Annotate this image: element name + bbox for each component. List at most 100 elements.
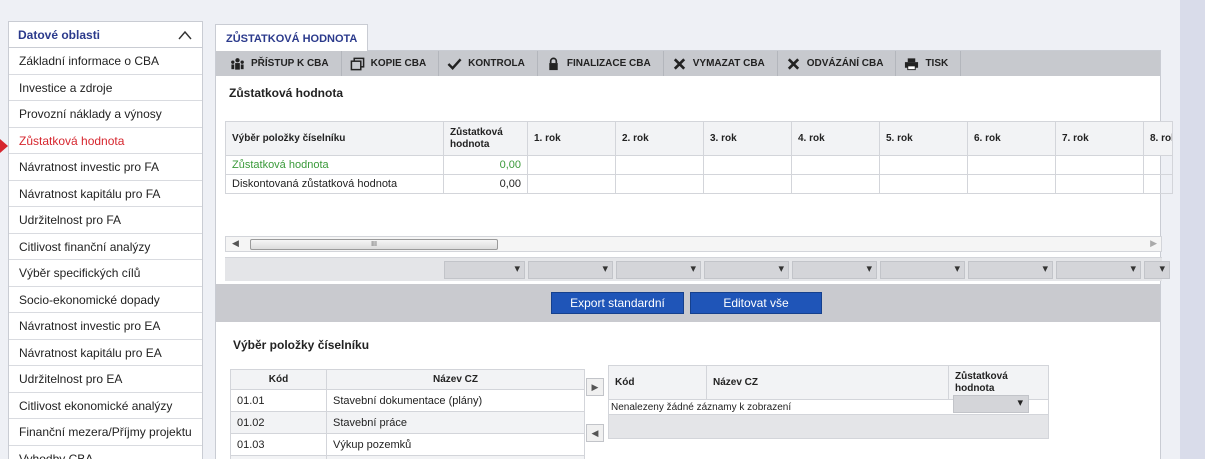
move-left-icon[interactable]: ◀ — [586, 424, 604, 442]
col-nazev-right[interactable]: Název CZ — [706, 365, 949, 400]
sidebar-item[interactable]: Investice a zdroje — [9, 75, 202, 101]
filter-select[interactable] — [792, 261, 877, 279]
item-name[interactable]: Dokončovací práce a vybavení — [326, 455, 585, 459]
sidebar-item[interactable]: Základní informace o CBA — [9, 48, 202, 75]
toolbar-button-label: FINALIZACE CBA — [566, 58, 651, 69]
sidebar-item[interactable]: Socio-ekonomické dopady — [9, 287, 202, 313]
item-code[interactable]: 01.04 — [230, 455, 327, 459]
scroll-thumb[interactable]: III — [250, 239, 498, 250]
picker-left-header: Kód Název CZ — [230, 369, 585, 390]
list-item[interactable]: 01.01 Stavební dokumentace (plány) — [230, 389, 585, 412]
grid-header-cell[interactable]: 8. rok — [1143, 121, 1173, 156]
toolbar-button[interactable]: FINALIZACE CBA — [538, 51, 664, 76]
year-cell[interactable] — [527, 155, 616, 175]
year-cell[interactable] — [1143, 155, 1173, 175]
sidebar-item[interactable]: Návratnost investic pro EA — [9, 313, 202, 340]
toolbar-button[interactable]: VYMAZAT CBA — [664, 51, 778, 76]
year-cell[interactable] — [703, 155, 792, 175]
tab-zustatkova-hodnota[interactable]: ZŮSTATKOVÁ HODNOTA — [215, 24, 369, 52]
toolbar-button[interactable]: TISK — [896, 51, 962, 76]
item-code[interactable]: 01.01 — [230, 389, 327, 412]
item-name[interactable]: Stavební práce — [326, 411, 585, 434]
year-cell[interactable] — [967, 174, 1056, 194]
sidebar-item[interactable]: Návratnost kapitálu pro FA — [9, 181, 202, 207]
year-cell[interactable] — [791, 155, 880, 175]
toolbar-button[interactable]: KONTROLA — [439, 51, 538, 76]
year-cell[interactable] — [527, 174, 616, 194]
filter-select[interactable] — [444, 261, 525, 279]
year-cell[interactable] — [615, 155, 704, 175]
grid-header-cell[interactable]: 6. rok — [967, 121, 1056, 156]
filter-select[interactable] — [880, 261, 965, 279]
grid-header-cell[interactable]: 2. rok — [615, 121, 704, 156]
toolbar-button[interactable]: ODVÁZÁNÍ CBA — [778, 51, 897, 76]
filter-select[interactable] — [1144, 261, 1170, 279]
year-cell[interactable] — [879, 174, 968, 194]
grid-header-cell[interactable]: 7. rok — [1055, 121, 1144, 156]
sidebar-item[interactable]: Provozní náklady a výnosy — [9, 101, 202, 128]
unlink-icon — [786, 57, 801, 71]
item-name[interactable]: Výkup pozemků — [326, 433, 585, 456]
sidebar-item[interactable]: Finanční mezera/Příjmy projektu — [9, 419, 202, 446]
year-cell[interactable] — [703, 174, 792, 194]
move-right-icon[interactable]: ▶ — [586, 378, 604, 396]
col-nazev[interactable]: Název CZ — [326, 369, 585, 390]
list-item[interactable]: 01.04Dokončovací práce a vybavení — [230, 455, 585, 459]
tab-bar: ZŮSTATKOVÁ HODNOTA — [215, 21, 1161, 52]
year-cell[interactable] — [791, 174, 880, 194]
year-cell[interactable] — [1055, 155, 1144, 175]
sidebar-item[interactable]: Citlivost finanční analýzy — [9, 234, 202, 260]
filter-select[interactable] — [968, 261, 1053, 279]
year-cell[interactable] — [967, 155, 1056, 175]
grid-header-cell[interactable]: 1. rok — [527, 121, 616, 156]
scroll-left-icon[interactable]: ◀ — [232, 238, 239, 249]
filter-select[interactable] — [1056, 261, 1141, 279]
grid-header-cell[interactable]: 5. rok — [879, 121, 968, 156]
sidebar-header[interactable]: Datové oblasti — [9, 22, 202, 48]
sidebar-item[interactable]: Návratnost kapitálu pro EA — [9, 340, 202, 366]
row-name[interactable]: Diskontovaná zůstatková hodnota — [225, 174, 444, 194]
grid-header-cell[interactable]: Výběr položky číselníku — [225, 121, 444, 156]
right-grid-footer — [608, 414, 1049, 439]
edit-all-button[interactable]: Editovat vše — [690, 292, 822, 314]
grid-header-cell[interactable]: 4. rok — [791, 121, 880, 156]
sidebar-item[interactable]: Vyhodby CBA — [9, 446, 202, 459]
grid-header-cell[interactable]: Zůstatková hodnota — [443, 121, 528, 156]
table-row[interactable]: Zůstatková hodnota 0,00 — [225, 155, 1173, 175]
row-value[interactable]: 0,00 — [443, 174, 528, 194]
table-row[interactable]: Diskontovaná zůstatková hodnota 0,00 — [225, 174, 1173, 194]
toolbar-button[interactable]: KOPIE CBA — [342, 51, 440, 76]
year-cell[interactable] — [615, 174, 704, 194]
sidebar-item[interactable]: Udržitelnost pro FA — [9, 207, 202, 234]
toolbar-button-label: ODVÁZÁNÍ CBA — [806, 58, 884, 69]
year-cell[interactable] — [1143, 174, 1173, 194]
right-grid-filter-select[interactable] — [953, 395, 1029, 413]
year-cell[interactable] — [879, 155, 968, 175]
sidebar-item[interactable]: Udržitelnost pro EA — [9, 366, 202, 393]
filter-select[interactable] — [616, 261, 701, 279]
row-name[interactable]: Zůstatková hodnota — [225, 155, 444, 175]
toolbar-button[interactable]: PŘÍSTUP K CBA — [222, 51, 342, 76]
list-item[interactable]: 01.02 Stavební práce — [230, 411, 585, 434]
filter-select[interactable] — [704, 261, 789, 279]
item-code[interactable]: 01.02 — [230, 411, 327, 434]
scroll-right-icon[interactable]: ▶ — [1150, 238, 1157, 249]
sidebar-item[interactable]: Citlivost ekonomické analýzy — [9, 393, 202, 419]
export-button[interactable]: Export standardní — [551, 292, 684, 314]
chevron-up-icon[interactable] — [178, 30, 192, 40]
year-cell[interactable] — [1055, 174, 1144, 194]
item-code[interactable]: 01.03 — [230, 433, 327, 456]
item-name[interactable]: Stavební dokumentace (plány) — [326, 389, 585, 412]
col-kod[interactable]: Kód — [230, 369, 327, 390]
filter-select[interactable] — [528, 261, 613, 279]
picker-left-grid: Kód Název CZ 01.01 Stavební dokumentace (… — [230, 369, 585, 459]
horizontal-scrollbar[interactable]: ◀ III ▶ — [225, 236, 1162, 252]
list-item[interactable]: 01.03 Výkup pozemků — [230, 433, 585, 456]
picker-title: Výběr položky číselníku — [233, 338, 370, 352]
sidebar-item[interactable]: Zůstatková hodnota — [9, 128, 202, 154]
grid-header-cell[interactable]: 3. rok — [703, 121, 792, 156]
row-value[interactable]: 0,00 — [443, 155, 528, 175]
sidebar-item[interactable]: Výběr specifických cílů — [9, 260, 202, 287]
col-kod-right[interactable]: Kód — [608, 365, 707, 400]
sidebar-item[interactable]: Návratnost investic pro FA — [9, 154, 202, 181]
